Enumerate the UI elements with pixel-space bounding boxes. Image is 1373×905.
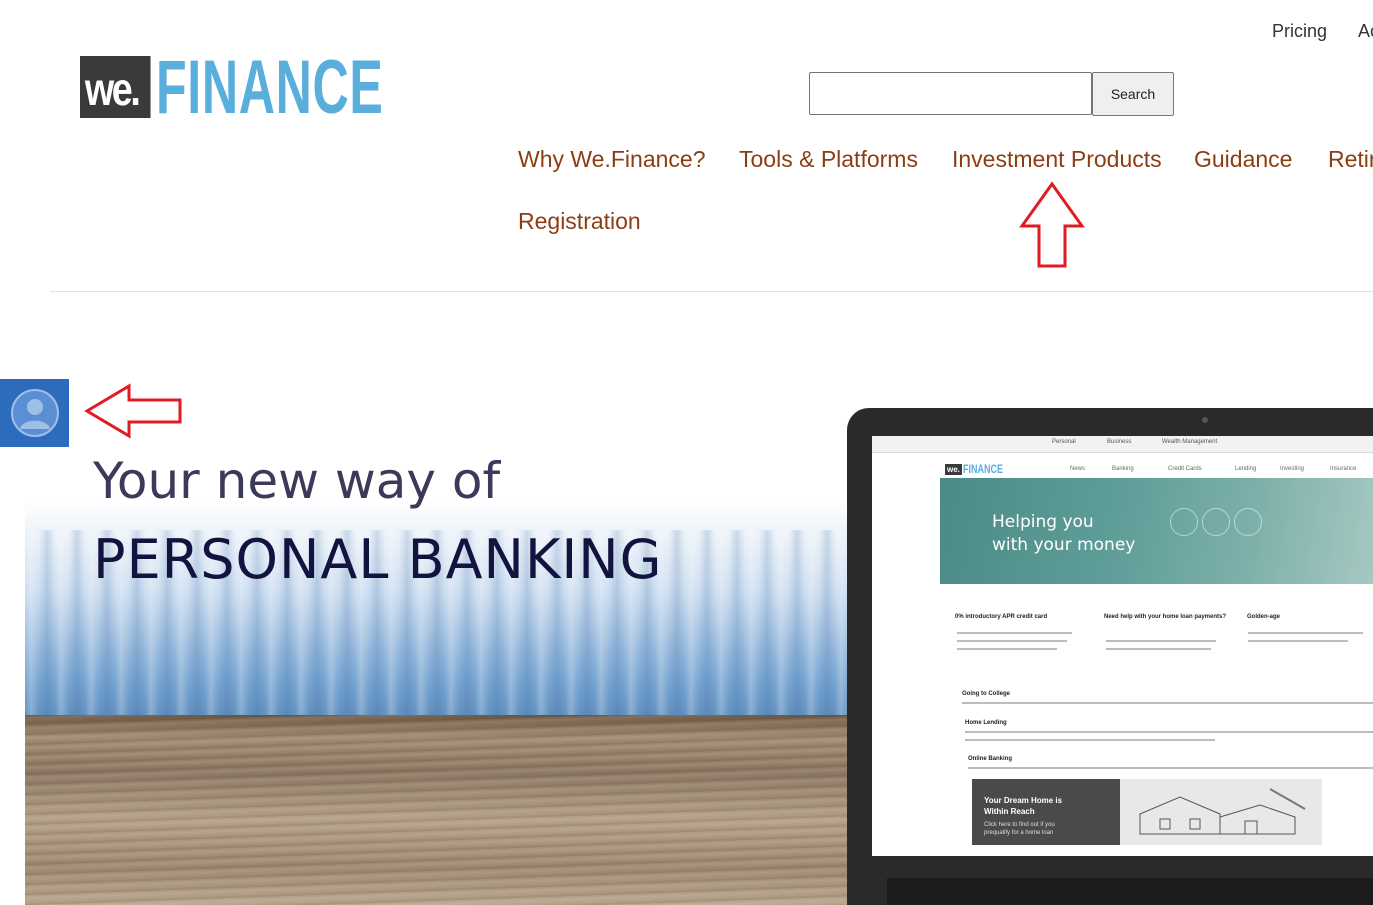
screen-text-line: [1248, 640, 1348, 642]
screen-text-line: [957, 632, 1072, 634]
screen-row-title: Going to College: [962, 691, 1010, 697]
screen-banner-circle: [1202, 508, 1230, 536]
screen-logo-finance: FINANCE: [962, 462, 1003, 476]
screen-text-line: [968, 767, 1373, 769]
screen-hero-banner: Helping you with your money: [940, 478, 1373, 584]
screen-text-line: [1248, 632, 1363, 634]
screen-col-title: Need help with your home loan payments?: [1104, 614, 1227, 620]
screen-col-title: Golden-age: [1247, 614, 1281, 620]
logo-finance: FINANCE: [156, 45, 384, 130]
screen-menu-item: Credit Cards: [1168, 466, 1202, 472]
screen-promo-subtitle: Click here to find out if you prequalify…: [984, 821, 1055, 837]
screen-promo-title: Your Dream Home is Within Reach: [984, 795, 1062, 817]
nav-why-we-finance[interactable]: Why We.Finance?: [518, 146, 705, 173]
account-link[interactable]: Ac: [1358, 21, 1373, 42]
user-avatar-icon: [10, 389, 59, 437]
pricing-link[interactable]: Pricing: [1272, 21, 1327, 42]
annotation-up-arrow-icon: [1019, 181, 1085, 268]
screen-logo-we: we.: [945, 463, 962, 475]
screen-text-line: [1106, 648, 1211, 650]
hero-heading-line1: Your new way of: [93, 452, 501, 510]
search-input[interactable]: [809, 72, 1092, 115]
screen-banner-circle: [1234, 508, 1262, 536]
screen-promo: Your Dream Home is Within Reach Click he…: [972, 779, 1322, 845]
laptop-keyboard: [887, 878, 1373, 905]
screen-text-line: [1106, 640, 1216, 642]
screen-menu-item: Investing: [1280, 466, 1305, 472]
screen-promo-title-line1: Your Dream Home is: [984, 796, 1063, 805]
laptop-screen: Personal Business Wealth Management we. …: [872, 436, 1373, 856]
screen-tab-business: Business: [1107, 439, 1132, 445]
we-finance-logo[interactable]: we. FINANCE: [80, 48, 383, 128]
nav-registration[interactable]: Registration: [518, 208, 641, 235]
screen-text-line: [965, 731, 1373, 733]
house-sketch-icon: [1139, 788, 1306, 835]
laptop-camera: [1202, 417, 1208, 423]
laptop-image: Personal Business Wealth Management we. …: [847, 408, 1373, 905]
screen-text-line: [957, 648, 1057, 650]
screen-promo-sub-line2: prequalify for a home loan: [984, 830, 1054, 836]
annotation-left-arrow-icon: [84, 383, 182, 439]
screen-text-line: [965, 739, 1215, 741]
screen-row-title: Online Banking: [968, 756, 1013, 762]
screen-row-title: Home Lending: [965, 720, 1007, 726]
hero-banner: Your new way of PERSONAL BANKING Persona…: [25, 300, 1373, 905]
header-divider: [50, 291, 1373, 292]
screen-text-line: [957, 640, 1067, 642]
screen-banner-line1: Helping you: [992, 512, 1094, 532]
account-side-tab[interactable]: [0, 379, 69, 447]
screen-menu-item: Lending: [1235, 466, 1257, 472]
nav-tools-platforms[interactable]: Tools & Platforms: [739, 146, 918, 173]
screen-promo-title-line2: Within Reach: [984, 807, 1035, 816]
screen-logo: we. FINANCE: [945, 462, 1016, 476]
screen-menu-item: Insurance: [1330, 466, 1357, 472]
nav-investment-products[interactable]: Investment Products: [952, 146, 1162, 173]
screen-text-line: [962, 702, 1373, 704]
screen-promo-sub-line1: Click here to find out if you: [984, 822, 1055, 828]
screen-tab-wealth: Wealth Management: [1162, 439, 1218, 445]
screen-menu-item: Banking: [1112, 466, 1134, 472]
screen-topbar: Personal Business Wealth Management: [872, 436, 1373, 453]
hero-heading-line2: PERSONAL BANKING: [93, 528, 663, 591]
screen-tab-personal: Personal: [1052, 439, 1076, 445]
screen-banner-text: Helping you with your money: [992, 511, 1135, 557]
screen-promo-house-sketch: [1120, 779, 1322, 845]
nav-guidance[interactable]: Guidance: [1194, 146, 1292, 173]
search-button[interactable]: Search: [1092, 72, 1174, 116]
page: Pricing Ac we. FINANCE Search Why We.Fin…: [0, 0, 1373, 905]
logo-we: we.: [80, 56, 151, 118]
nav-retirement[interactable]: Retir: [1328, 146, 1373, 173]
screen-banner-line2: with your money: [992, 535, 1136, 555]
screen-banner-circle: [1170, 508, 1198, 536]
screen-col-title: 0% introductory APR credit card: [955, 614, 1048, 620]
screen-menu-item: News: [1070, 466, 1086, 472]
